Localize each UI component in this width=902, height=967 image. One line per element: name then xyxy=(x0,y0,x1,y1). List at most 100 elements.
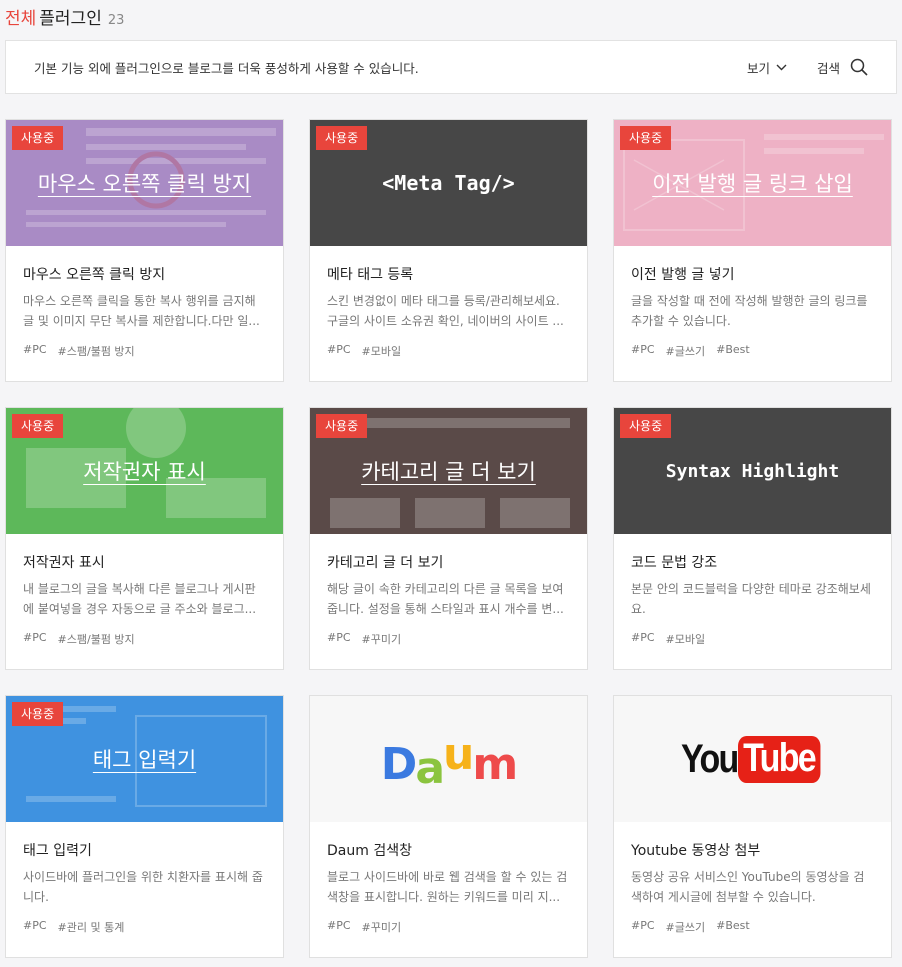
in-use-badge: 사용중 xyxy=(12,702,64,726)
plugin-card-copyright[interactable]: 사용중 저작권자 표시 저작권자 표시 내 블로그의 글을 복사해 다른 블로그… xyxy=(5,407,284,670)
plugin-card-body: 이전 발행 글 넣기 글을 작성할 때 전에 작성해 발행한 글의 링크를 추가… xyxy=(614,246,891,359)
plugin-tags: #PC #모바일 xyxy=(327,343,570,359)
view-label: 보기 xyxy=(746,60,770,76)
plugin-tag[interactable]: #글쓰기 xyxy=(666,343,706,359)
plugin-tags: #PC #글쓰기 #Best xyxy=(631,343,874,359)
plugin-tag[interactable]: #꾸미기 xyxy=(362,919,402,935)
plugin-card-body: 메타 태그 등록 스킨 변경없이 메타 태그를 등록/관리해보세요. 구글의 사… xyxy=(310,246,587,359)
search-label: 검색 xyxy=(816,60,840,76)
plugin-summary: 해당 글이 속한 카테고리의 다른 글 목록을 보여줍니다. 설정을 통해 스타… xyxy=(327,582,564,616)
plugin-tags: #PC #스팸/불펌 방지 xyxy=(23,343,266,359)
daum-logo: D a u m xyxy=(380,728,518,794)
plugin-card-youtube[interactable]: You Tube Youtube 동영상 첨부 동영상 공유 서비스인 YouT… xyxy=(613,695,892,958)
plugin-tag[interactable]: #모바일 xyxy=(666,631,706,647)
daum-logo-letter: a xyxy=(415,742,445,794)
plugin-tag[interactable]: #PC xyxy=(23,631,47,647)
plugin-card-body: 저작권자 표시 내 블로그의 글을 복사해 다른 블로그나 게시판에 붙여넣을 … xyxy=(6,534,283,647)
plugin-name: 태그 입력기 xyxy=(23,843,92,859)
plugin-name: 저작권자 표시 xyxy=(23,555,105,571)
thumbnail-title: 저작권자 표시 xyxy=(83,460,206,484)
plugin-thumbnail: 사용중 <Meta Tag/> xyxy=(310,120,587,246)
plugin-card-body: Daum 검색창 블로그 사이드바에 바로 웹 검색을 할 수 있는 검색창을 … xyxy=(310,822,587,935)
plugin-tag[interactable]: #PC xyxy=(327,919,351,935)
plugin-tag[interactable]: #PC xyxy=(631,343,655,359)
plugin-name: 이전 발행 글 넣기 xyxy=(631,267,735,283)
plugin-tag[interactable]: #Best xyxy=(716,919,750,935)
plugin-card-body: 코드 문법 강조 본문 안의 코드블럭을 다양한 테마로 강조해보세요. #PC… xyxy=(614,534,891,647)
plugin-summary: 본문 안의 코드블럭을 다양한 테마로 강조해보세요. xyxy=(631,582,871,616)
plugin-tags: #PC #꾸미기 xyxy=(327,631,570,647)
plugin-card-tag-input[interactable]: 사용중 태그 입력기 태그 입력기 사이드바에 플러그인을 위한 치환자를 표시… xyxy=(5,695,284,958)
plugin-tag[interactable]: #PC xyxy=(23,919,47,935)
daum-logo-letter: u xyxy=(443,728,474,780)
plugin-thumbnail: 사용중 저작권자 표시 xyxy=(6,408,283,534)
daum-logo-letter: m xyxy=(472,738,518,790)
plugin-card-previous-post-link[interactable]: 사용중 이전 발행 글 링크 삽입 이전 발행 글 넣기 글을 작성할 때 전에… xyxy=(613,119,892,382)
plugin-name: 마우스 오른쪽 클릭 방지 xyxy=(23,267,166,283)
plugin-thumbnail: 사용중 Syntax Highlight xyxy=(614,408,891,534)
in-use-badge: 사용중 xyxy=(620,414,672,438)
plugin-tag[interactable]: #스팸/불펌 방지 xyxy=(58,343,135,359)
chevron-down-icon xyxy=(776,64,787,70)
in-use-badge: 사용중 xyxy=(316,126,368,150)
page-title: 플러그인 xyxy=(39,9,102,29)
plugin-tags: #PC #글쓰기 #Best xyxy=(631,919,874,935)
info-bar: 기본 기능 외에 플러그인으로 블로그를 더욱 풍성하게 사용할 수 있습니다.… xyxy=(5,40,897,94)
plugin-tag[interactable]: #PC xyxy=(327,343,351,359)
plugin-card-daum-search[interactable]: D a u m Daum 검색창 블로그 사이드바에 바로 웹 검색을 할 수 … xyxy=(309,695,588,958)
in-use-badge: 사용중 xyxy=(12,414,64,438)
thumbnail-title: 마우스 오른쪽 클릭 방지 xyxy=(37,172,252,196)
plugin-card-body: 카테고리 글 더 보기 해당 글이 속한 카테고리의 다른 글 목록을 보여줍니… xyxy=(310,534,587,647)
plugin-name: 카테고리 글 더 보기 xyxy=(327,555,444,571)
plugin-tags: #PC #관리 및 통계 xyxy=(23,919,266,935)
plugin-card-syntax-highlight[interactable]: 사용중 Syntax Highlight 코드 문법 강조 본문 안의 코드블럭… xyxy=(613,407,892,670)
plugin-tags: #PC #모바일 xyxy=(631,631,874,647)
plugin-name: Daum 검색창 xyxy=(327,843,412,859)
plugin-summary: 글을 작성할 때 전에 작성해 발행한 글의 링크를 추가할 수 있습니다. xyxy=(631,294,868,328)
plugin-summary: 스킨 변경없이 메타 태그를 등록/관리해보세요. 구글의 사이트 소유권 확인… xyxy=(327,294,564,328)
plugin-tag[interactable]: #관리 및 통계 xyxy=(58,919,125,935)
header-filter-all[interactable]: 전체 xyxy=(5,4,36,29)
plugin-card-right-click-block[interactable]: 사용중 마우스 오른쪽 클릭 방지 마우스 오른쪽 클릭 방지 마우스 오른쪽 … xyxy=(5,119,284,382)
thumbnail-title: 이전 발행 글 링크 삽입 xyxy=(652,172,853,196)
thumbnail-title: 카테고리 글 더 보기 xyxy=(361,460,536,484)
daum-logo-letter: D xyxy=(380,738,418,790)
plugin-tag[interactable]: #꾸미기 xyxy=(362,631,402,647)
plugin-card-body: 마우스 오른쪽 클릭 방지 마우스 오른쪽 클릭을 통한 복사 행위를 금지해 … xyxy=(6,246,283,359)
view-dropdown[interactable]: 보기 xyxy=(747,58,787,77)
plugin-thumbnail: 사용중 카테고리 글 더 보기 xyxy=(310,408,587,534)
plugin-tags: #PC #스팸/불펌 방지 xyxy=(23,631,266,647)
thumbnail-title: <Meta Tag/> xyxy=(382,171,515,195)
plugin-tag[interactable]: #글쓰기 xyxy=(666,919,706,935)
plugin-thumbnail: You Tube xyxy=(614,696,891,822)
in-use-badge: 사용중 xyxy=(12,126,64,150)
plugin-tag[interactable]: #PC xyxy=(631,631,655,647)
plugin-thumbnail: D a u m xyxy=(310,696,587,822)
youtube-logo: You Tube xyxy=(671,735,834,783)
plugin-name: 메타 태그 등록 xyxy=(327,267,414,283)
plugin-thumbnail: 사용중 이전 발행 글 링크 삽입 xyxy=(614,120,891,246)
plugin-summary: 동영상 공유 서비스인 YouTube의 동영상을 검색하여 게시글에 첨부할 … xyxy=(631,870,865,904)
plugin-tag[interactable]: #PC xyxy=(327,631,351,647)
plugin-count: 23 xyxy=(107,13,125,28)
plugin-tag[interactable]: #Best xyxy=(716,343,750,359)
plugin-summary: 마우스 오른쪽 클릭을 통한 복사 행위를 금지해 글 및 이미지 무단 복사를… xyxy=(23,294,260,328)
plugin-card-body: 태그 입력기 사이드바에 플러그인을 위한 치환자를 표시해 줍니다. #PC … xyxy=(6,822,283,935)
plugin-tags: #PC #꾸미기 xyxy=(327,919,570,935)
thumbnail-title: Syntax Highlight xyxy=(665,460,840,482)
plugin-thumbnail: 사용중 마우스 오른쪽 클릭 방지 xyxy=(6,120,283,246)
in-use-badge: 사용중 xyxy=(316,414,368,438)
plugin-summary: 내 블로그의 글을 복사해 다른 블로그나 게시판에 붙여넣을 경우 자동으로 … xyxy=(23,582,257,616)
page-header: 전체 플러그인 23 xyxy=(5,4,125,29)
plugin-card-meta-tag[interactable]: 사용중 <Meta Tag/> 메타 태그 등록 스킨 변경없이 메타 태그를 … xyxy=(309,119,588,382)
search-button[interactable]: 검색 xyxy=(817,58,868,77)
plugin-name: Youtube 동영상 첨부 xyxy=(631,843,761,859)
info-description: 기본 기능 외에 플러그인으로 블로그를 더욱 풍성하게 사용할 수 있습니다. xyxy=(34,60,419,76)
thumbnail-title: 태그 입력기 xyxy=(92,748,197,772)
plugin-card-category-more[interactable]: 사용중 카테고리 글 더 보기 카테고리 글 더 보기 해당 글이 속한 카테고… xyxy=(309,407,588,670)
plugin-tag[interactable]: #스팸/불펌 방지 xyxy=(58,631,135,647)
plugin-tag[interactable]: #PC xyxy=(631,919,655,935)
plugin-tag[interactable]: #PC xyxy=(23,343,47,359)
plugin-summary: 사이드바에 플러그인을 위한 치환자를 표시해 줍니다. xyxy=(23,870,263,904)
plugin-tag[interactable]: #모바일 xyxy=(362,343,402,359)
